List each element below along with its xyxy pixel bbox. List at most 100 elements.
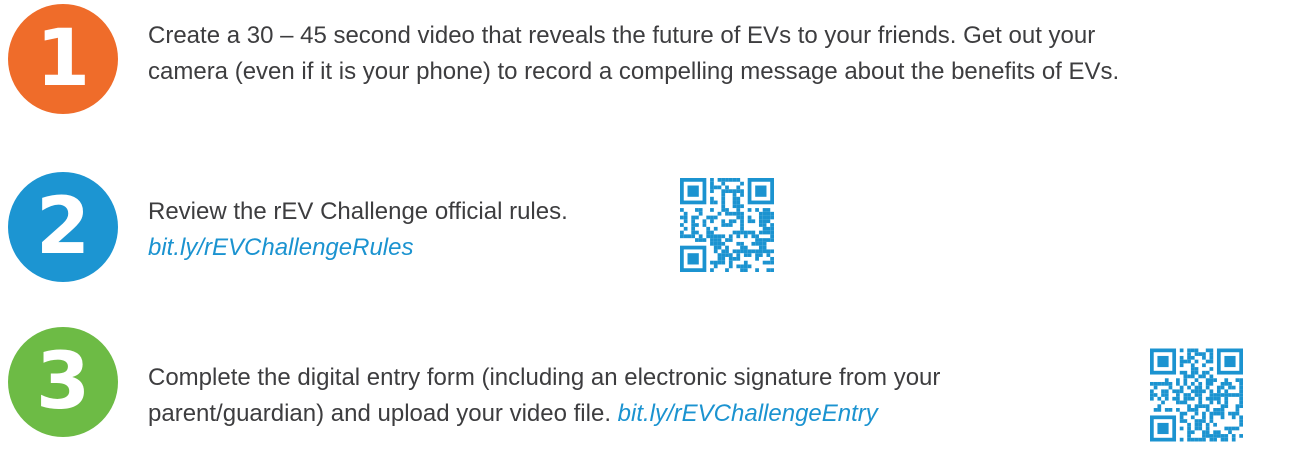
- entry-link[interactable]: bit.ly/rEVChallengeEntry: [618, 400, 878, 427]
- qr-module: [1224, 393, 1229, 397]
- qr-code-entry-svg: [1150, 348, 1243, 442]
- qr-module: [1198, 419, 1203, 423]
- qr-module: [1194, 359, 1199, 364]
- qr-module: [1194, 348, 1199, 353]
- qr-module: [758, 223, 763, 227]
- qr-module: [1205, 370, 1210, 375]
- qr-module: [1183, 381, 1188, 386]
- step-3-line-2: parent/guardian) and upload your video f…: [148, 400, 611, 427]
- qr-module: [1187, 359, 1191, 364]
- qr-module: [728, 223, 733, 227]
- qr-module: [740, 204, 744, 209]
- qr-module: [687, 185, 699, 197]
- qr-module: [1187, 352, 1191, 356]
- qr-module: [1239, 434, 1243, 438]
- qr-module: [713, 238, 718, 242]
- step-1-line-2: camera (even if it is your phone) to rec…: [148, 58, 1120, 85]
- qr-module: [1194, 404, 1199, 409]
- qr-module: [1187, 396, 1191, 401]
- qr-module: [1194, 367, 1199, 371]
- qr-module: [732, 211, 737, 216]
- qr-module: [762, 208, 767, 212]
- qr-module: [740, 223, 744, 227]
- qr-module: [732, 196, 737, 201]
- qr-module: [728, 260, 733, 265]
- qr-module: [687, 253, 699, 265]
- qr-module: [1198, 426, 1203, 431]
- qr-module: [683, 226, 688, 231]
- qr-module: [1194, 408, 1199, 412]
- qr-module: [683, 215, 688, 220]
- qr-module: [743, 230, 748, 235]
- qr-module: [713, 260, 718, 265]
- qr-module: [1202, 430, 1206, 435]
- qr-module: [740, 215, 744, 220]
- step-2-number-badge: 2: [8, 172, 118, 282]
- qr-module: [1198, 385, 1203, 390]
- qr-code-icon[interactable]: [680, 177, 774, 273]
- qr-module: [698, 208, 703, 212]
- qr-module: [691, 223, 696, 227]
- qr-module: [1179, 370, 1184, 375]
- qr-module: [736, 264, 741, 269]
- qr-module: [766, 208, 771, 212]
- qr-module: [1224, 378, 1229, 382]
- qr-module: [1202, 374, 1206, 379]
- qr-module: [1205, 348, 1210, 353]
- qr-module: [695, 223, 699, 227]
- qr-module: [1209, 378, 1214, 382]
- qr-module: [732, 204, 737, 209]
- qr-module: [1194, 419, 1199, 423]
- qr-module: [1239, 396, 1243, 401]
- qr-module: [680, 230, 684, 235]
- qr-module: [1216, 393, 1221, 397]
- qr-module: [1209, 393, 1214, 397]
- qr-module: [1164, 408, 1169, 412]
- qr-module: [1150, 393, 1154, 397]
- qr-module: [770, 268, 774, 272]
- qr-module: [1209, 381, 1214, 386]
- qr-module: [1239, 404, 1243, 409]
- qr-module: [710, 196, 714, 201]
- step-2-number: 2: [35, 182, 91, 272]
- qr-module: [740, 264, 744, 269]
- qr-module: [1228, 385, 1232, 390]
- qr-module: [1205, 381, 1210, 386]
- qr-module: [728, 211, 733, 216]
- qr-module: [740, 241, 744, 246]
- qr-module: [717, 185, 722, 190]
- step-1-text: Create a 30 – 45 second video that revea…: [148, 18, 1298, 90]
- qr-module: [1187, 434, 1191, 438]
- qr-module: [762, 211, 767, 216]
- qr-module: [1176, 400, 1180, 405]
- qr-module: [1194, 352, 1199, 356]
- qr-module: [1209, 419, 1214, 423]
- qr-module: [1153, 381, 1158, 386]
- qr-module: [740, 249, 744, 254]
- qr-module: [1216, 411, 1221, 416]
- qr-code-icon[interactable]: [1150, 348, 1243, 442]
- qr-module: [758, 238, 763, 242]
- qr-module: [710, 241, 714, 246]
- qr-module: [758, 230, 763, 235]
- qr-module: [1194, 393, 1199, 397]
- qr-module: [1213, 408, 1217, 412]
- qr-module: [1205, 359, 1210, 364]
- qr-module: [740, 211, 744, 216]
- qr-module: [747, 264, 752, 269]
- rules-link[interactable]: bit.ly/rEVChallengeRules: [148, 230, 668, 266]
- qr-module: [1231, 411, 1236, 416]
- qr-module: [740, 268, 744, 272]
- qr-module: [710, 185, 714, 190]
- qr-module: [755, 253, 759, 257]
- qr-module: [1194, 389, 1199, 394]
- qr-module: [710, 268, 714, 272]
- qr-module: [736, 230, 741, 235]
- qr-module: [717, 256, 722, 261]
- qr-module: [1213, 437, 1217, 442]
- qr-module: [1239, 389, 1243, 394]
- qr-module: [1150, 389, 1154, 394]
- qr-module: [770, 230, 774, 235]
- qr-module: [1157, 381, 1162, 386]
- qr-module: [1168, 408, 1173, 412]
